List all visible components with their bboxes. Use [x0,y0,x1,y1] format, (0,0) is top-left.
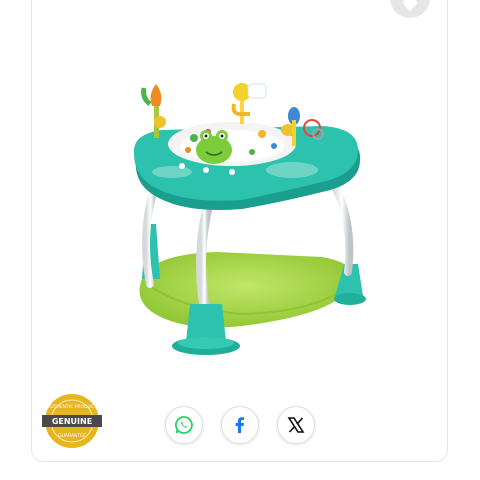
svg-text:GENUINE: GENUINE [52,417,92,426]
whatsapp-icon [175,416,193,434]
product-image [133,83,366,355]
share-buttons [165,406,315,444]
svg-text:AUTHENTIC PRODUCT: AUTHENTIC PRODUCT [47,404,97,410]
svg-text:GUARANTEE: GUARANTEE [58,433,86,439]
share-facebook-button[interactable] [221,406,259,444]
genuine-guarantee-badge: AUTHENTIC PRODUCT GENUINE GUARANTEE [42,394,102,448]
share-x-button[interactable] [277,406,315,444]
facebook-icon [235,417,244,433]
share-whatsapp-button[interactable] [165,406,203,444]
heart-icon [403,0,417,11]
x-icon [287,417,305,433]
